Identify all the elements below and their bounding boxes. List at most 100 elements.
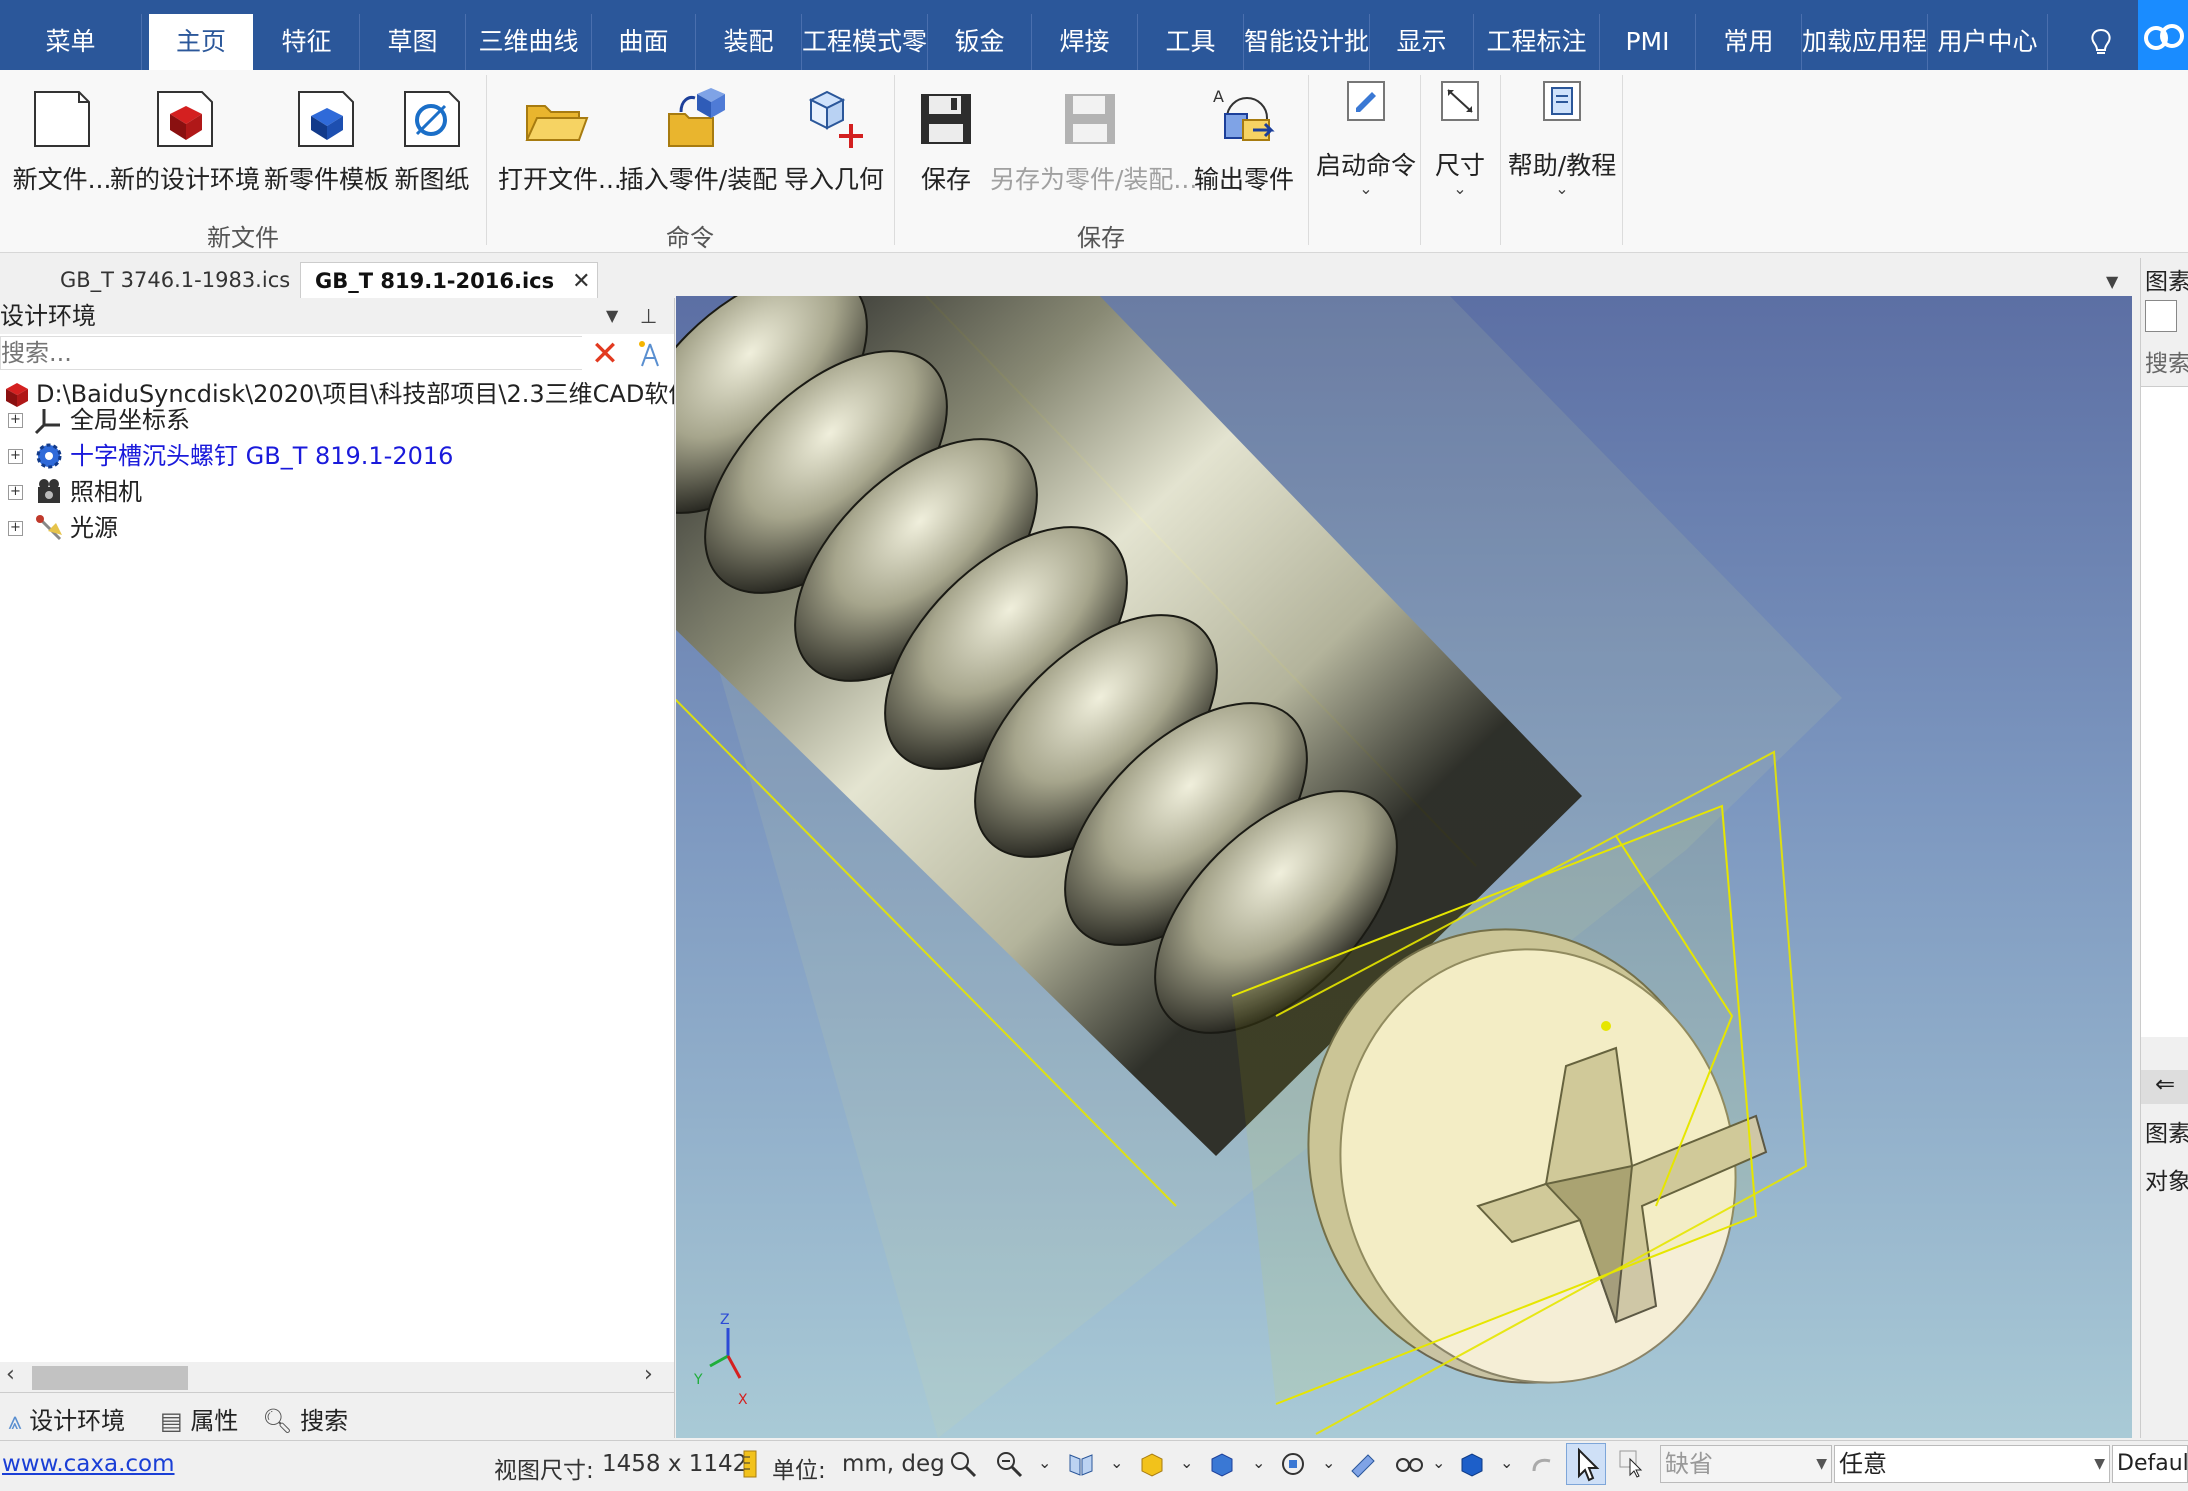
chevron-down-icon[interactable]: ⌄	[1110, 1453, 1123, 1472]
pin-icon[interactable]: ⊥	[640, 298, 657, 334]
lightbulb-icon[interactable]	[2088, 28, 2114, 58]
cloud-icon[interactable]	[2138, 0, 2188, 70]
chevron-down-icon[interactable]: ⌄	[1432, 1453, 1445, 1472]
open-folder-icon	[521, 84, 591, 154]
scrollbar-thumb[interactable]	[32, 1366, 188, 1390]
tab-3d-curve[interactable]: 三维曲线	[466, 14, 592, 70]
select-pointer-button[interactable]	[1566, 1443, 1606, 1485]
open-file-button[interactable]: 打开文件...	[498, 84, 622, 196]
tab-load-apps[interactable]: 加载应用程	[1802, 14, 1928, 70]
group-label-command: 命令	[666, 224, 714, 252]
doc-tab-gbt819[interactable]: GB_T 819.1-2016.ics ✕	[300, 262, 598, 298]
chevron-down-icon: ⌄	[1453, 179, 1467, 198]
expand-icon[interactable]: +	[8, 521, 23, 536]
expand-icon[interactable]: +	[8, 413, 23, 428]
tab-home[interactable]: 主页	[149, 14, 253, 70]
new-file-button[interactable]: 新文件...	[12, 84, 112, 196]
filter-any-select[interactable]: 任意 ▼	[1834, 1445, 2110, 1483]
new-drawing-button[interactable]: 新图纸	[392, 84, 472, 196]
export-part-button[interactable]: A 输出零件	[1192, 84, 1296, 196]
render-mode-icon[interactable]	[1136, 1449, 1166, 1479]
chevron-down-icon[interactable]: ⌄	[1500, 1453, 1513, 1472]
grid-view-icon[interactable]	[2145, 300, 2177, 332]
tab-display[interactable]: 显示	[1370, 14, 1474, 70]
new-design-env-button[interactable]: 新的设计环境	[110, 84, 260, 196]
caxa-website-link[interactable]: www.caxa.com	[2, 1451, 175, 1477]
tab-pmi[interactable]: PMI	[1600, 14, 1696, 70]
tab-properties[interactable]: ▤ 属性	[160, 1401, 238, 1436]
properties-icon: ▤	[160, 1407, 183, 1435]
tab-menu[interactable]: 菜单	[0, 14, 142, 70]
section-plane-icon[interactable]	[1348, 1449, 1378, 1479]
unit-value: mm, deg	[842, 1451, 945, 1477]
element-list[interactable]	[2141, 386, 2188, 1037]
new-drawing-icon	[397, 84, 467, 154]
tab-design-environment[interactable]: ⩓ 设计环境	[8, 1401, 125, 1436]
right-panel-label-elements[interactable]: 图素	[2145, 1114, 2188, 1148]
save-as-button[interactable]: 另存为零件/装配...	[990, 84, 1197, 196]
ribbon-separator	[1500, 75, 1501, 245]
export-part-icon: A	[1209, 84, 1279, 154]
launch-command-icon	[1344, 76, 1388, 126]
panel-dropdown-icon[interactable]: ▼	[606, 298, 618, 334]
save-button[interactable]: 保存	[908, 84, 984, 196]
insert-part-button[interactable]: 插入零件/装配	[618, 84, 778, 196]
clear-search-icon[interactable]: ✕	[586, 336, 624, 372]
tab-search[interactable]: 🔍︎ 搜索	[262, 1401, 348, 1436]
help-tutorial-button[interactable]: 帮助/教程 ⌄	[1506, 76, 1618, 197]
blue-cube-icon[interactable]	[1456, 1449, 1486, 1479]
screw-model[interactable]: Z Y X	[676, 296, 2132, 1438]
pointer-box-icon[interactable]	[1618, 1449, 1648, 1479]
tab-annotation[interactable]: 工程标注	[1474, 14, 1600, 70]
coordinate-system-icon	[34, 409, 60, 435]
tab-smart-design[interactable]: 智能设计批	[1244, 14, 1370, 70]
scroll-left-icon[interactable]: ‹	[6, 1362, 15, 1387]
tab-welding[interactable]: 焊接	[1032, 14, 1138, 70]
group-label-new-file: 新文件	[207, 224, 279, 252]
tab-engineering-mode[interactable]: 工程模式零	[802, 14, 928, 70]
view-cube-icon[interactable]	[1206, 1449, 1236, 1479]
right-search-label[interactable]: 搜索	[2145, 344, 2188, 378]
tab-list-dropdown-icon[interactable]: ▼	[2106, 272, 2118, 291]
design-env-icon	[6, 383, 28, 407]
chevron-down-icon[interactable]: ⌄	[1038, 1453, 1051, 1472]
tab-tools[interactable]: 工具	[1138, 14, 1244, 70]
floppy-disk-disabled-icon	[1055, 84, 1125, 154]
chevron-down-icon[interactable]: ⌄	[1180, 1453, 1193, 1472]
zoom-icon[interactable]	[994, 1449, 1024, 1479]
filter-tree-icon[interactable]	[634, 338, 666, 370]
glasses-icon[interactable]	[1394, 1449, 1424, 1479]
zoom-fit-icon[interactable]	[948, 1449, 978, 1479]
expand-icon[interactable]: +	[8, 449, 23, 464]
expand-icon[interactable]: +	[8, 485, 23, 500]
view-book-icon[interactable]	[1066, 1449, 1096, 1479]
new-part-template-button[interactable]: 新零件模板	[264, 84, 389, 196]
chevron-down-icon[interactable]: ⌄	[1322, 1453, 1335, 1472]
document-tabs: GB_T 3746.1-1983.ics GB_T 819.1-2016.ics…	[0, 258, 2140, 298]
arrow-left-icon[interactable]: ⇐	[2141, 1070, 2188, 1104]
orbit-icon[interactable]	[1278, 1449, 1308, 1479]
tab-surface[interactable]: 曲面	[592, 14, 696, 70]
redo-disabled-icon[interactable]	[1526, 1449, 1556, 1479]
tab-user-center[interactable]: 用户中心	[1928, 14, 2048, 70]
tab-sketch[interactable]: 草图	[360, 14, 466, 70]
search-input[interactable]	[0, 336, 582, 370]
3d-viewport[interactable]: Z Y X	[676, 296, 2132, 1438]
scroll-right-icon[interactable]: ›	[644, 1362, 653, 1387]
horizontal-scrollbar[interactable]: ‹ ›	[0, 1362, 674, 1392]
style-default-select[interactable]: Default	[2112, 1445, 2188, 1483]
tab-assembly[interactable]: 装配	[696, 14, 802, 70]
menu-bar: 菜单 主页 特征 草图 三维曲线 曲面 装配 工程模式零 钣金 焊接 工具 智能…	[0, 0, 2188, 70]
tab-sheet-metal[interactable]: 钣金	[928, 14, 1032, 70]
import-geometry-button[interactable]: 导入几何	[782, 84, 886, 196]
close-icon[interactable]: ✕	[572, 269, 590, 294]
launch-command-button[interactable]: 启动命令 ⌄	[1316, 76, 1416, 197]
filter-default-select[interactable]: 缺省 ▼	[1660, 1445, 1832, 1483]
dimension-button[interactable]: 尺寸 ⌄	[1424, 76, 1496, 198]
chevron-down-icon[interactable]: ⌄	[1252, 1453, 1265, 1472]
tab-common[interactable]: 常用	[1696, 14, 1802, 70]
panel-header: 设计环境 ▼ ⊥	[0, 298, 674, 334]
right-panel-label-objects[interactable]: 对象	[2145, 1162, 2188, 1196]
tab-features[interactable]: 特征	[254, 14, 360, 70]
doc-tab-gbt3746[interactable]: GB_T 3746.1-1983.ics	[46, 262, 304, 298]
